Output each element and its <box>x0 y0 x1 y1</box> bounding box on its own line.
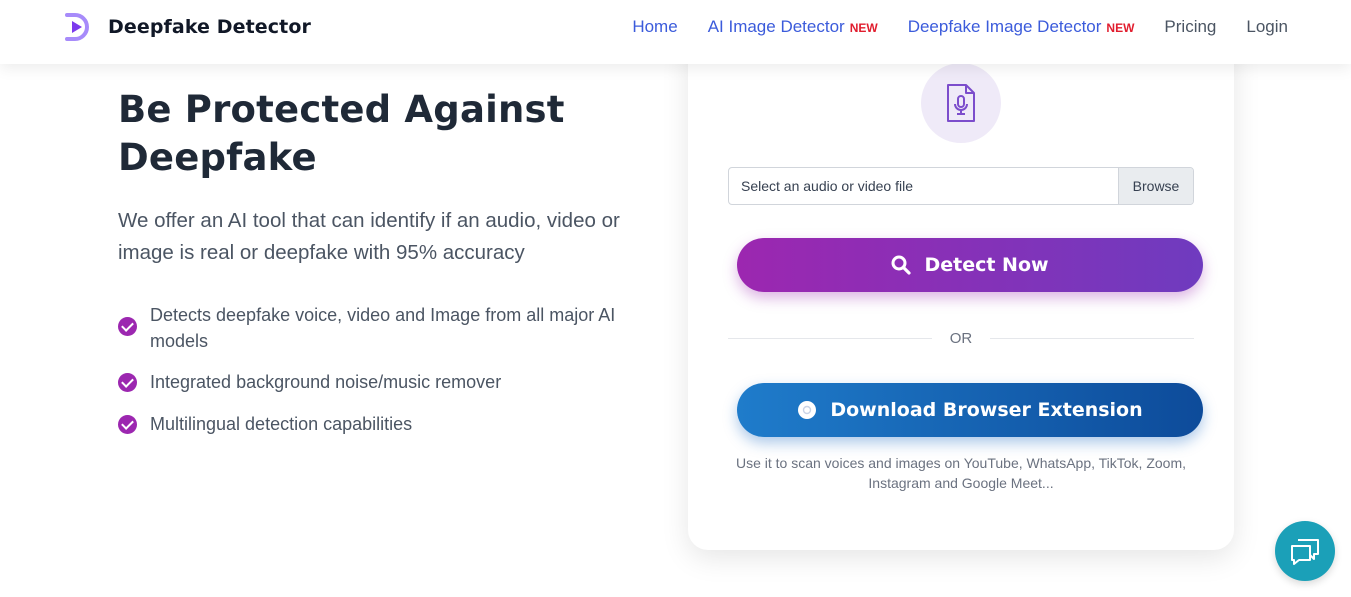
file-input-placeholder[interactable]: Select an audio or video file <box>729 168 1118 204</box>
nav-login-label: Login <box>1246 17 1288 36</box>
site-header: Deepfake Detector Home AI Image Detector… <box>0 0 1351 64</box>
chat-icon <box>1291 539 1319 565</box>
file-input[interactable]: Select an audio or video file Browse <box>728 167 1194 205</box>
feature-item: Detects deepfake voice, video and Image … <box>118 302 658 354</box>
check-circle-icon <box>118 373 137 392</box>
nav-deepfake-image-detector-label: Deepfake Image Detector <box>907 17 1102 36</box>
chat-button[interactable] <box>1275 521 1335 581</box>
download-extension-button[interactable]: Download Browser Extension <box>737 383 1203 437</box>
divider-line <box>990 337 1194 339</box>
or-label: OR <box>949 329 973 347</box>
download-extension-label: Download Browser Extension <box>830 399 1143 421</box>
detect-now-button[interactable]: Detect Now <box>737 238 1203 292</box>
divider-line <box>728 337 932 339</box>
browse-button[interactable]: Browse <box>1118 168 1193 204</box>
feature-item: Integrated background noise/music remove… <box>118 369 658 395</box>
hero-title: Be Protected Against Deepfake <box>118 88 565 179</box>
nav-ai-image-detector[interactable]: AI Image Detector NEW <box>708 17 878 37</box>
feature-text: Integrated background noise/music remove… <box>150 372 502 392</box>
brand-name[interactable]: Deepfake Detector <box>108 16 311 38</box>
nav-pricing-label: Pricing <box>1164 17 1217 36</box>
check-circle-icon <box>118 415 137 434</box>
feature-text: Detects deepfake voice, video and Image … <box>150 305 616 351</box>
or-divider: OR <box>728 328 1194 348</box>
detect-now-label: Detect Now <box>924 254 1049 276</box>
nav-ai-image-detector-label: AI Image Detector <box>707 17 845 36</box>
nav-deepfake-image-detector[interactable]: Deepfake Image Detector NEW <box>908 17 1135 37</box>
feature-list: Detects deepfake voice, video and Image … <box>118 302 658 453</box>
nav-login[interactable]: Login <box>1246 17 1288 37</box>
extension-note: Use it to scan voices and images on YouT… <box>735 455 1187 491</box>
audio-file-icon <box>921 63 1001 143</box>
nav-home-label: Home <box>632 17 678 36</box>
hero-subtitle: We offer an AI tool that can identify if… <box>118 209 620 264</box>
logo-d-play-icon[interactable] <box>63 12 91 42</box>
check-circle-icon <box>118 317 137 336</box>
search-icon <box>891 255 912 275</box>
new-badge: NEW <box>849 21 878 35</box>
nav-pricing[interactable]: Pricing <box>1164 17 1216 37</box>
new-badge: NEW <box>1106 21 1135 35</box>
chrome-icon <box>797 400 817 420</box>
nav-home[interactable]: Home <box>632 17 677 37</box>
feature-item: Multilingual detection capabilities <box>118 411 658 437</box>
feature-text: Multilingual detection capabilities <box>150 414 413 434</box>
main-nav: Home AI Image Detector NEW Deepfake Image… <box>632 17 1288 37</box>
